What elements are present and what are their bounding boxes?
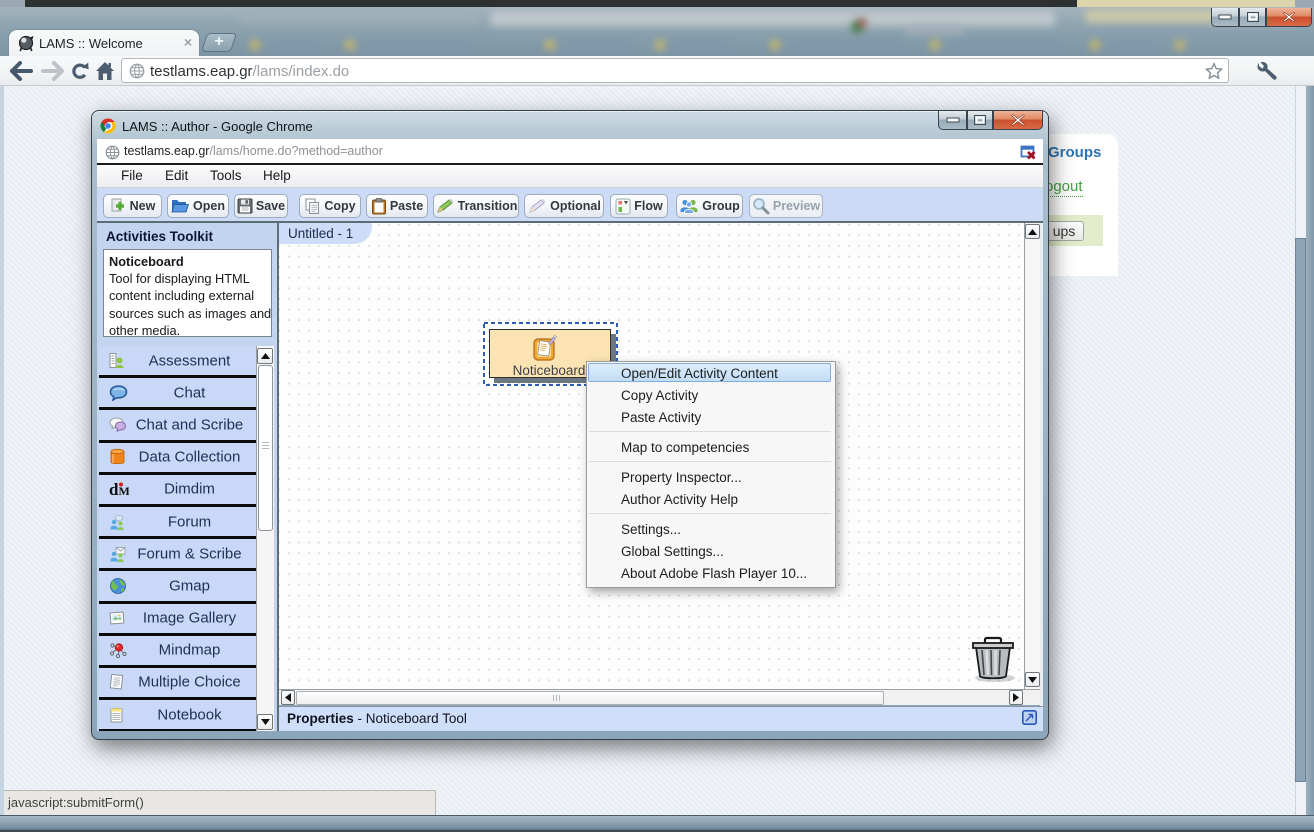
svg-text:d: d	[109, 480, 119, 498]
